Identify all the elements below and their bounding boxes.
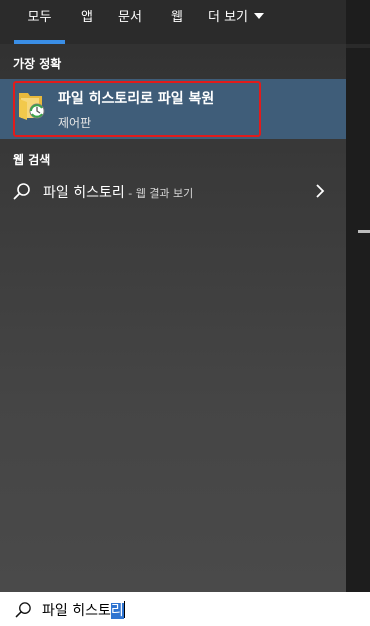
tab-web[interactable]: 웹: [166, 0, 188, 44]
best-match-subtitle: 제어판: [58, 116, 92, 130]
text-cursor: [123, 601, 125, 618]
chevron-right-icon[interactable]: [315, 184, 325, 198]
web-search-text: 파일 히스토리 - 웹 결과 보기: [43, 182, 193, 202]
web-search-suffix: - 웹 결과 보기: [124, 187, 194, 200]
search-icon: [15, 602, 31, 618]
best-match-heading: 가장 정확: [13, 57, 62, 71]
search-box[interactable]: 파일 히스토리: [0, 592, 370, 626]
filter-tabs: 모두 앱 문서 웹 더 보기: [0, 0, 346, 44]
web-search-query: 파일 히스토리: [43, 185, 125, 201]
search-selected-text: 리: [110, 603, 124, 619]
search-typed-text: 파일 히스토: [42, 603, 111, 619]
folder-history-icon: [19, 93, 45, 120]
search-input[interactable]: 파일 히스토리: [42, 600, 125, 620]
web-search-heading: 웹 검색: [13, 153, 51, 167]
tab-more-label: 더 보기: [208, 10, 249, 25]
window-edge-mark: [358, 230, 370, 233]
tab-more[interactable]: 더 보기: [208, 0, 274, 44]
tab-all[interactable]: 모두: [14, 0, 65, 44]
web-search-result[interactable]: 파일 히스토리 - 웹 결과 보기: [0, 176, 346, 206]
tab-apps[interactable]: 앱: [76, 0, 98, 44]
search-icon: [13, 183, 30, 200]
window-edge-bar: [346, 44, 370, 48]
best-match-title: 파일 히스토리로 파일 복원: [58, 91, 215, 107]
tab-documents[interactable]: 문서: [114, 0, 146, 44]
caret-down-icon: [254, 13, 265, 19]
background-window-edge: [346, 0, 370, 592]
